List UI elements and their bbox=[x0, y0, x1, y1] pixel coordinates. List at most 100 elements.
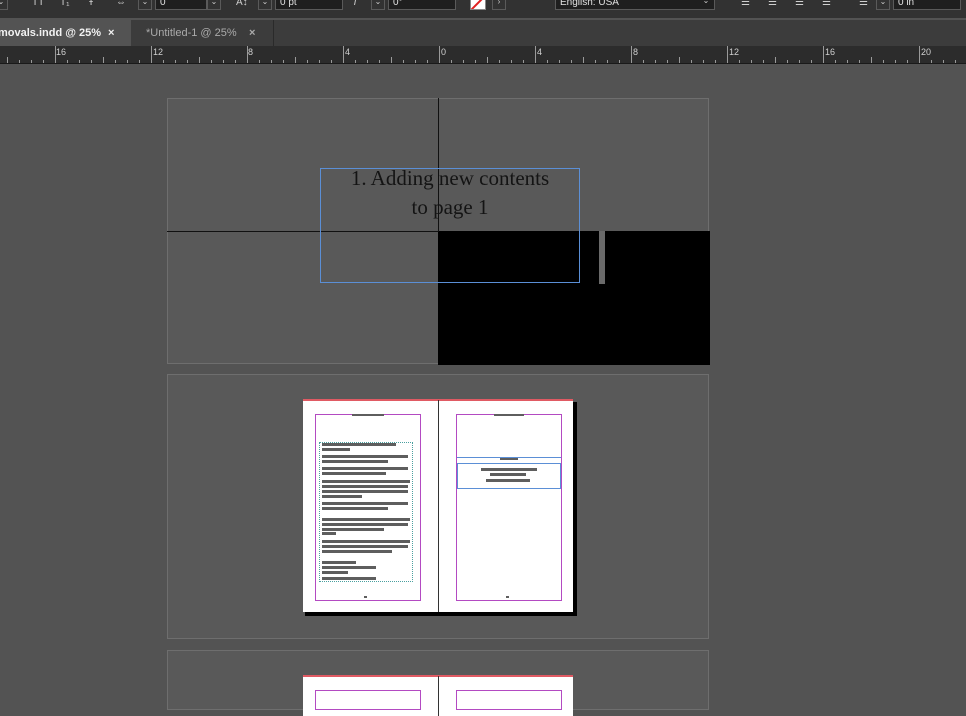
ruler-tick bbox=[199, 57, 200, 63]
close-icon[interactable]: × bbox=[108, 20, 114, 46]
ruler-tick bbox=[115, 60, 116, 63]
close-icon[interactable]: × bbox=[249, 20, 255, 46]
text-line bbox=[322, 528, 384, 531]
text-line bbox=[322, 460, 388, 463]
chevron-down-icon[interactable]: ⌄ bbox=[138, 0, 152, 10]
ruler-tick bbox=[103, 57, 104, 63]
gray-bar[interactable] bbox=[599, 231, 605, 284]
ruler-tick bbox=[91, 60, 92, 63]
text-frame-right[interactable] bbox=[457, 463, 561, 489]
text-line bbox=[322, 480, 410, 483]
ruler-tick bbox=[583, 57, 584, 63]
chevron-down-icon[interactable]: ⌄ bbox=[258, 0, 272, 10]
ruler-tick bbox=[355, 60, 356, 63]
control-panel: ⌄ T̄T T₁ Ŧ ⇔ ⌄ 0 ⌄ A↕ ⌄ 0 pt T ⌄ 0° › En… bbox=[0, 0, 966, 18]
baseline-shift-icon[interactable]: A↕ bbox=[236, 0, 248, 11]
ruler-tick bbox=[559, 60, 560, 63]
text-line bbox=[322, 485, 408, 488]
ruler-tick bbox=[787, 60, 788, 63]
strikethrough-icon[interactable]: Ŧ bbox=[88, 0, 94, 11]
ruler-tick bbox=[295, 57, 296, 63]
ruler-tick bbox=[55, 46, 56, 63]
indent-field[interactable]: 0 in bbox=[893, 0, 961, 10]
language-select[interactable]: English: USA bbox=[555, 0, 715, 10]
heading-line-1: 1. Adding new contents bbox=[350, 166, 550, 190]
tracking-icon[interactable]: ⇔ bbox=[116, 0, 126, 11]
ruler-tick bbox=[31, 60, 32, 63]
pasteboard[interactable]: 1. Adding new contents to page 1 bbox=[0, 64, 966, 716]
ruler-tick bbox=[643, 60, 644, 63]
ruler-tick bbox=[895, 60, 896, 63]
heading-text[interactable]: 1. Adding new contents to page 1 bbox=[320, 164, 580, 222]
ruler-tick bbox=[439, 46, 440, 63]
ruler-tick bbox=[619, 60, 620, 63]
ruler-tick bbox=[859, 60, 860, 63]
ruler-label: 12 bbox=[729, 47, 740, 57]
skew-icon[interactable]: T bbox=[352, 0, 358, 11]
align-right-icon[interactable]: ☰ bbox=[795, 0, 804, 11]
tab-removals-indd[interactable]: movals.indd @ 25% × bbox=[0, 20, 131, 46]
stroke-weight-field[interactable]: 0 pt bbox=[275, 0, 343, 10]
ruler-label: 12 bbox=[153, 47, 164, 57]
ruler-tick bbox=[487, 57, 488, 63]
ruler-tick bbox=[931, 60, 932, 63]
superscript-icon[interactable]: T̄T bbox=[32, 0, 44, 11]
text-line bbox=[322, 502, 408, 505]
ruler-tick bbox=[763, 60, 764, 63]
ruler-tick bbox=[883, 60, 884, 63]
text-line bbox=[322, 443, 396, 446]
tab-untitled-1[interactable]: *Untitled-1 @ 25% × bbox=[131, 20, 274, 46]
ruler-tick bbox=[271, 60, 272, 63]
ruler-label: 0 bbox=[441, 47, 447, 57]
ruler-tick bbox=[799, 60, 800, 63]
ruler-tick bbox=[307, 60, 308, 63]
ruler-tick bbox=[547, 60, 548, 63]
kerning-field[interactable]: 0 bbox=[155, 0, 207, 10]
ruler-tick bbox=[847, 60, 848, 63]
text-line bbox=[322, 523, 408, 526]
text-line bbox=[322, 472, 386, 475]
ruler-tick bbox=[499, 60, 500, 63]
justify-icon[interactable]: ☰ bbox=[822, 0, 831, 11]
ruler-label: 16 bbox=[825, 47, 836, 57]
margin-guides-right bbox=[456, 690, 562, 710]
running-header bbox=[352, 414, 384, 416]
align-left-icon[interactable]: ☰ bbox=[741, 0, 750, 11]
spine bbox=[438, 400, 439, 612]
ruler-tick bbox=[379, 60, 380, 63]
margin-guides-left bbox=[315, 690, 421, 710]
ruler-tick bbox=[403, 60, 404, 63]
text-line bbox=[322, 455, 408, 458]
chevron-down-icon[interactable]: ⌄ bbox=[371, 0, 385, 10]
chevron-down-icon[interactable]: ⌄ bbox=[876, 0, 890, 10]
ruler-label: 8 bbox=[248, 47, 254, 57]
chevron-right-icon[interactable]: › bbox=[492, 0, 506, 10]
subscript-icon[interactable]: T₁ bbox=[60, 0, 69, 11]
ruler-tick bbox=[451, 60, 452, 63]
text-line bbox=[322, 571, 348, 574]
fill-none-icon[interactable] bbox=[470, 0, 486, 10]
ruler-tick bbox=[919, 46, 920, 63]
ruler-tick bbox=[811, 60, 812, 63]
ruler-tick bbox=[163, 60, 164, 63]
tab-label: movals.indd @ 25% bbox=[0, 27, 102, 39]
running-header bbox=[494, 414, 524, 416]
ruler-tick bbox=[475, 60, 476, 63]
ruler-tick bbox=[751, 60, 752, 63]
text-line bbox=[322, 518, 410, 521]
ruler-tick bbox=[703, 60, 704, 63]
align-center-icon[interactable]: ☰ bbox=[768, 0, 777, 11]
ruler-tick bbox=[235, 60, 236, 63]
ruler-tick bbox=[427, 60, 428, 63]
ruler-tick bbox=[43, 60, 44, 63]
text-line bbox=[322, 495, 362, 498]
horizontal-ruler[interactable]: 16 12 8 4 0 4 8 12 16 20 bbox=[0, 46, 966, 64]
indent-icon[interactable]: ☰ bbox=[859, 0, 868, 11]
ruler-tick bbox=[691, 60, 692, 63]
chevron-down-icon[interactable]: ⌄ bbox=[207, 0, 221, 10]
chevron-down-icon[interactable]: ⌄ bbox=[0, 0, 8, 10]
ruler-tick bbox=[835, 60, 836, 63]
margin-guides-right bbox=[456, 414, 562, 601]
text-line bbox=[322, 561, 356, 564]
skew-field[interactable]: 0° bbox=[388, 0, 456, 10]
